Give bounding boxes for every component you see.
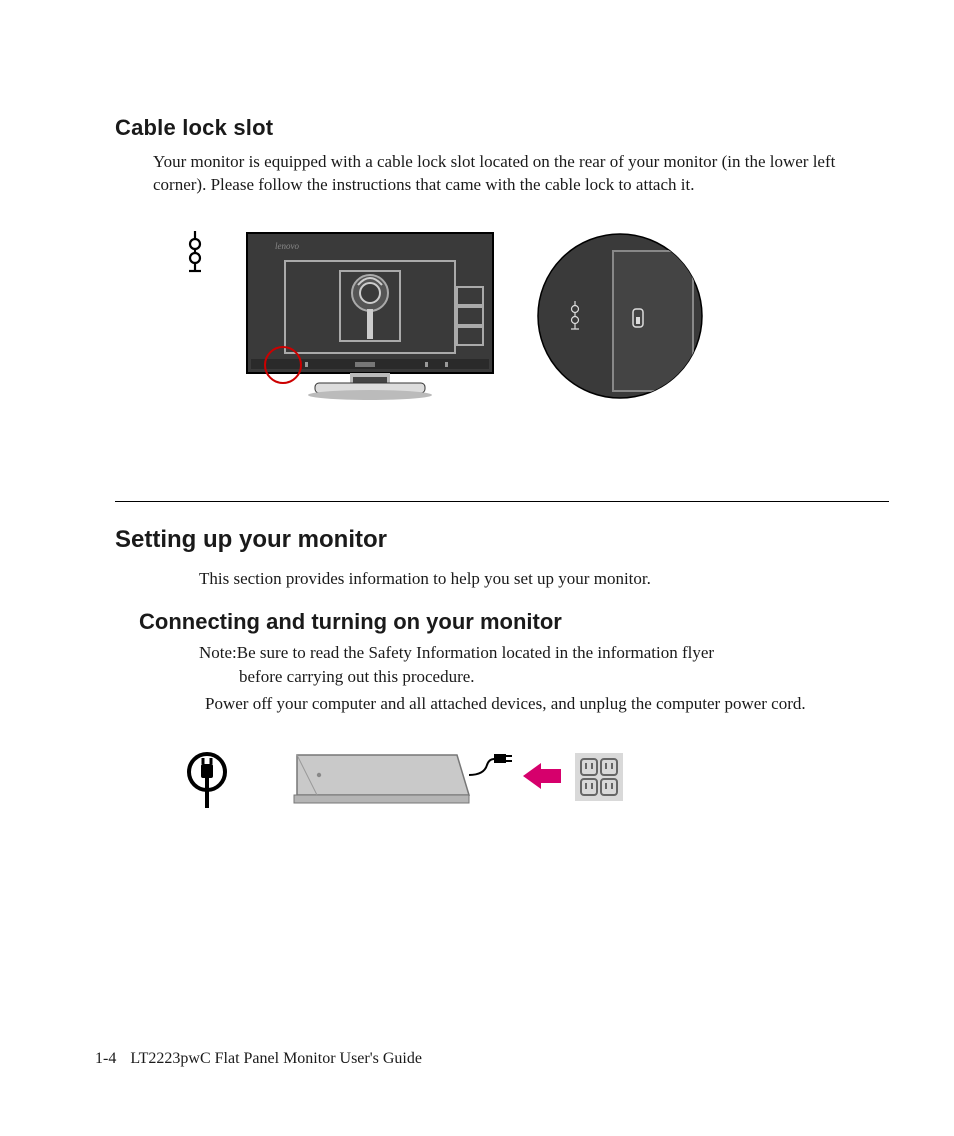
monitor-rear-illustration: lenovo bbox=[245, 231, 495, 411]
figure-row-power bbox=[115, 745, 889, 815]
section-divider bbox=[115, 501, 889, 502]
note-label: Note: bbox=[199, 643, 237, 662]
power-plug-icon bbox=[185, 750, 229, 810]
heading-cable-lock-slot: Cable lock slot bbox=[115, 115, 889, 141]
paragraph-cable-lock: Your monitor is equipped with a cable lo… bbox=[115, 151, 889, 197]
cable-lock-icon bbox=[185, 231, 205, 277]
note-line2: before carrying out this procedure. bbox=[199, 665, 869, 690]
note-line1: Be sure to read the Safety Information l… bbox=[237, 643, 714, 662]
heading-setting-up: Setting up your monitor bbox=[115, 526, 889, 554]
heading-connecting: Connecting and turning on your monitor bbox=[139, 609, 889, 635]
footer-title: LT2223pwC Flat Panel Monitor User's Guid… bbox=[130, 1050, 422, 1067]
svg-text:lenovo: lenovo bbox=[275, 241, 299, 251]
cable-lock-detail-illustration bbox=[535, 231, 705, 401]
page-footer: 1-4 LT2223pwC Flat Panel Monitor User's … bbox=[95, 1050, 422, 1068]
note-block: Note:Be sure to read the Safety Informat… bbox=[115, 641, 889, 690]
page-number: 1-4 bbox=[95, 1050, 116, 1067]
unplug-illustration bbox=[289, 745, 629, 815]
power-off-text: Power off your computer and all attached… bbox=[115, 692, 889, 717]
paragraph-setting-up-intro: This section provides information to hel… bbox=[115, 568, 889, 591]
figure-row-cable-lock: lenovo bbox=[115, 231, 889, 411]
